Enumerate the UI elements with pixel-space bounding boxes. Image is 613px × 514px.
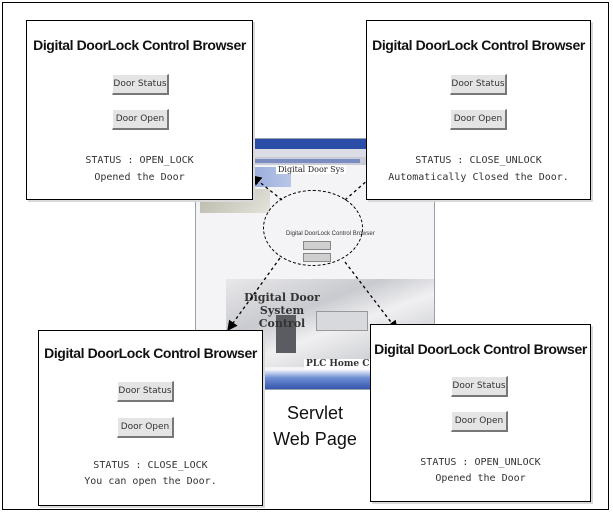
servlet-web-page-caption: Servlet Web Page bbox=[265, 400, 365, 452]
arrow-to-bottom-left bbox=[227, 257, 281, 332]
panel-top-left: Digital DoorLock Control Browser Door St… bbox=[26, 20, 253, 200]
status-message: Opened the Door bbox=[94, 172, 185, 183]
door-open-button[interactable]: Door Open bbox=[112, 109, 169, 130]
arrow-to-bottom-right bbox=[344, 261, 398, 332]
panel-bottom-left: Digital DoorLock Control Browser Door St… bbox=[38, 330, 263, 506]
door-open-button[interactable]: Door Open bbox=[450, 109, 507, 130]
status-message: Automatically Closed the Door. bbox=[388, 172, 569, 183]
status-line: STATUS : CLOSE_LOCK bbox=[93, 460, 208, 471]
arrow-to-top-left bbox=[250, 175, 283, 201]
door-status-button[interactable]: Door Status bbox=[451, 376, 508, 397]
door-status-button[interactable]: Door Status bbox=[112, 74, 169, 95]
status-line: STATUS : OPEN_LOCK bbox=[85, 155, 194, 166]
status-line: STATUS : CLOSE_UNLOCK bbox=[415, 155, 542, 166]
door-status-button[interactable]: Door Status bbox=[117, 381, 174, 402]
panel-title: Digital DoorLock Control Browser bbox=[44, 345, 257, 361]
status-message: You can open the Door. bbox=[84, 476, 217, 487]
door-open-button[interactable]: Door Open bbox=[117, 417, 174, 438]
status-message: Opened the Door bbox=[435, 473, 526, 484]
caption-line-2: Web Page bbox=[273, 429, 357, 449]
status-line: STATUS : OPEN_UNLOCK bbox=[420, 457, 541, 468]
panel-bottom-right: Digital DoorLock Control Browser Door St… bbox=[370, 324, 591, 502]
panel-title: Digital DoorLock Control Browser bbox=[33, 37, 246, 53]
panel-title: Digital DoorLock Control Browser bbox=[372, 37, 585, 53]
panel-top-right: Digital DoorLock Control Browser Door St… bbox=[366, 20, 591, 200]
caption-line-1: Servlet bbox=[286, 403, 344, 423]
panel-title: Digital DoorLock Control Browser bbox=[374, 341, 587, 357]
door-open-button[interactable]: Door Open bbox=[451, 411, 508, 432]
door-status-button[interactable]: Door Status bbox=[450, 74, 507, 95]
